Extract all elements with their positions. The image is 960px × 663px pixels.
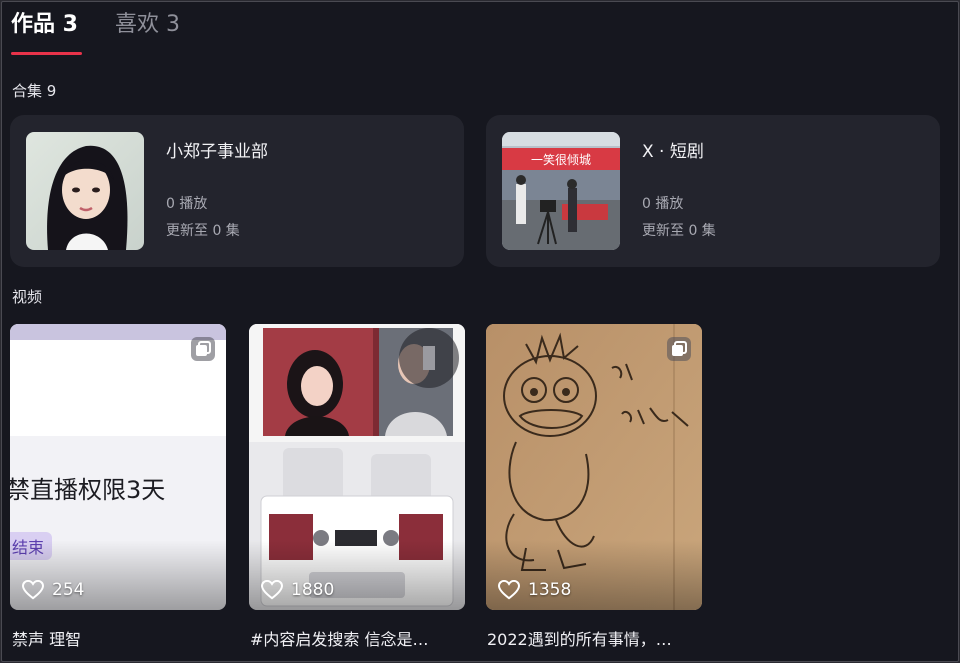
profile-content-panel: 作品 3 喜欢 3 合集 9 小郑子事业部 0 播放 更新至 0 集 一笑很倾城… — [1, 1, 959, 662]
heart-icon — [22, 580, 44, 600]
thumbnail-caption: 禁直播权限3天 — [10, 476, 166, 504]
collection-updates: 更新至 0 集 — [166, 223, 240, 239]
video-card-3[interactable]: 1358 — [486, 324, 702, 610]
collection-updates: 更新至 0 集 — [642, 223, 716, 239]
collections-section-label: 合集 9 — [12, 82, 57, 100]
active-tab-indicator — [11, 52, 82, 55]
collection-cover-image: 一笑很倾城 — [502, 132, 620, 250]
videos-section-label: 视频 — [12, 288, 43, 306]
collection-plays: 0 播放 — [166, 196, 208, 212]
banner-text: 一笑很倾城 — [531, 152, 591, 167]
tab-likes[interactable]: 喜欢 3 — [115, 6, 180, 38]
collection-card-1[interactable]: 小郑子事业部 0 播放 更新至 0 集 — [10, 115, 464, 267]
video-title-2[interactable]: #内容启发搜索 信念是… — [250, 626, 429, 650]
tab-works[interactable]: 作品 3 — [11, 6, 78, 38]
collection-title: 小郑子事业部 — [166, 142, 268, 162]
collection-cover-image — [26, 132, 144, 250]
video-card-2[interactable]: 1880 — [249, 324, 465, 610]
video-title-1[interactable]: 禁声 理智 — [12, 626, 81, 650]
collection-plays: 0 播放 — [642, 196, 684, 212]
like-count: 1880 — [261, 580, 334, 600]
like-count-value: 1880 — [291, 580, 335, 600]
like-count-value: 254 — [52, 580, 85, 600]
like-count-value: 1358 — [528, 580, 572, 600]
video-card-1[interactable]: 禁直播权限3天 结束 254 — [10, 324, 226, 610]
heart-icon — [261, 580, 283, 600]
video-title-3[interactable]: 2022遇到的所有事情，… — [487, 626, 672, 650]
collection-card-2[interactable]: 一笑很倾城 X · 短剧 0 播放 更新至 0 集 — [486, 115, 940, 267]
heart-icon — [498, 580, 520, 600]
like-count: 254 — [22, 580, 84, 600]
like-count: 1358 — [498, 580, 571, 600]
collection-title: X · 短剧 — [642, 142, 704, 162]
multi-image-icon — [190, 336, 216, 362]
multi-image-icon — [666, 336, 692, 362]
